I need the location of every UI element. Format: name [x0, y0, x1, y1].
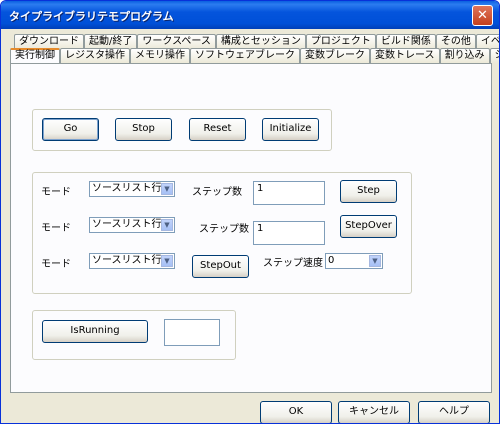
tab-download[interactable]: ダウンロード [14, 34, 84, 49]
chevron-down-icon: ▼ [161, 219, 173, 231]
chevron-down-icon: ▼ [161, 255, 173, 267]
step-count-input-2[interactable]: 1 [253, 221, 325, 245]
tab-build[interactable]: ビルド関係 [375, 34, 436, 49]
step-speed-label: ステップ速度 [263, 258, 323, 269]
tab-row-2: 実行制御 レジスタ操作 メモリ操作 ソフトウェアブレーク 変数ブレーク 変数トレ… [10, 48, 499, 63]
tab-page-execution-control: Go Stop Reset Initialize モード ソースリスト行 ▼ ス… [10, 63, 492, 393]
help-button[interactable]: ヘルプ [418, 401, 490, 423]
mode-select-3[interactable]: ソースリスト行 ▼ [89, 253, 175, 269]
reset-button[interactable]: Reset [189, 118, 246, 141]
mode-select-2-value: ソースリスト行 [92, 219, 162, 230]
title-bar[interactable]: タイプライブラリテモプログラム ✕ [1, 1, 499, 29]
mode-select-3-value: ソースリスト行 [92, 255, 162, 266]
tab-symbol[interactable]: シンボル操作 [489, 48, 499, 63]
tab-variable-trace[interactable]: 変数トレース [370, 48, 440, 63]
stop-button[interactable]: Stop [115, 118, 172, 141]
cancel-button[interactable]: キャンセル [338, 401, 410, 423]
mode-select-1-value: ソースリスト行 [92, 183, 162, 194]
tab-interrupt[interactable]: 割り込み [439, 48, 490, 63]
tab-startup-exit[interactable]: 起動/終了 [84, 34, 138, 49]
mode-select-1[interactable]: ソースリスト行 ▼ [89, 181, 175, 197]
ok-button[interactable]: OK [260, 401, 332, 423]
dialog-body: ダウンロード 起動/終了 ワークスペース 構成とセッション プロジェクト ビルド… [4, 29, 499, 423]
stepover-button[interactable]: StepOver [340, 215, 397, 238]
dialog-window: タイプライブラリテモプログラム ✕ ダウンロード 起動/終了 ワークスペース 構… [0, 0, 500, 424]
tab-project[interactable]: プロジェクト [305, 34, 376, 49]
close-icon: ✕ [477, 8, 488, 23]
tab-execution-control[interactable]: 実行制御 [10, 48, 60, 63]
tab-row-1: ダウンロード 起動/終了 ワークスペース 構成とセッション プロジェクト ビルド… [14, 34, 499, 49]
step-count-label-2: ステップ数 [199, 224, 249, 235]
tab-variable-break[interactable]: 変数ブレーク [300, 48, 370, 63]
tab-config-session[interactable]: 構成とセッション [215, 34, 306, 49]
tab-event[interactable]: イベント [475, 34, 499, 49]
tab-workspace[interactable]: ワークスペース [137, 34, 216, 49]
isrunning-button[interactable]: IsRunning [42, 320, 148, 343]
isrunning-result-field[interactable] [164, 319, 220, 346]
step-speed-select[interactable]: 0 ▼ [325, 253, 383, 269]
tab-software-break[interactable]: ソフトウェアブレーク [190, 48, 300, 63]
tab-register[interactable]: レジスタ操作 [60, 48, 130, 63]
step-count-label-1: ステップ数 [192, 187, 242, 198]
chevron-down-icon: ▼ [369, 255, 381, 267]
tab-other[interactable]: その他 [435, 34, 476, 49]
step-count-input-1[interactable]: 1 [253, 181, 325, 205]
mode-label-2: モード [41, 223, 71, 234]
initialize-button[interactable]: Initialize [262, 118, 319, 141]
window-title: タイプライブラリテモプログラム [9, 10, 174, 23]
close-button[interactable]: ✕ [472, 5, 493, 26]
tab-memory[interactable]: メモリ操作 [130, 48, 190, 63]
go-button[interactable]: Go [42, 118, 99, 141]
step-button[interactable]: Step [340, 180, 397, 203]
mode-label-3: モード [41, 259, 71, 270]
mode-select-2[interactable]: ソースリスト行 ▼ [89, 217, 175, 233]
mode-label-1: モード [41, 187, 71, 198]
chevron-down-icon: ▼ [161, 183, 173, 195]
step-speed-value: 0 [328, 255, 335, 266]
stepout-button[interactable]: StepOut [192, 255, 249, 278]
